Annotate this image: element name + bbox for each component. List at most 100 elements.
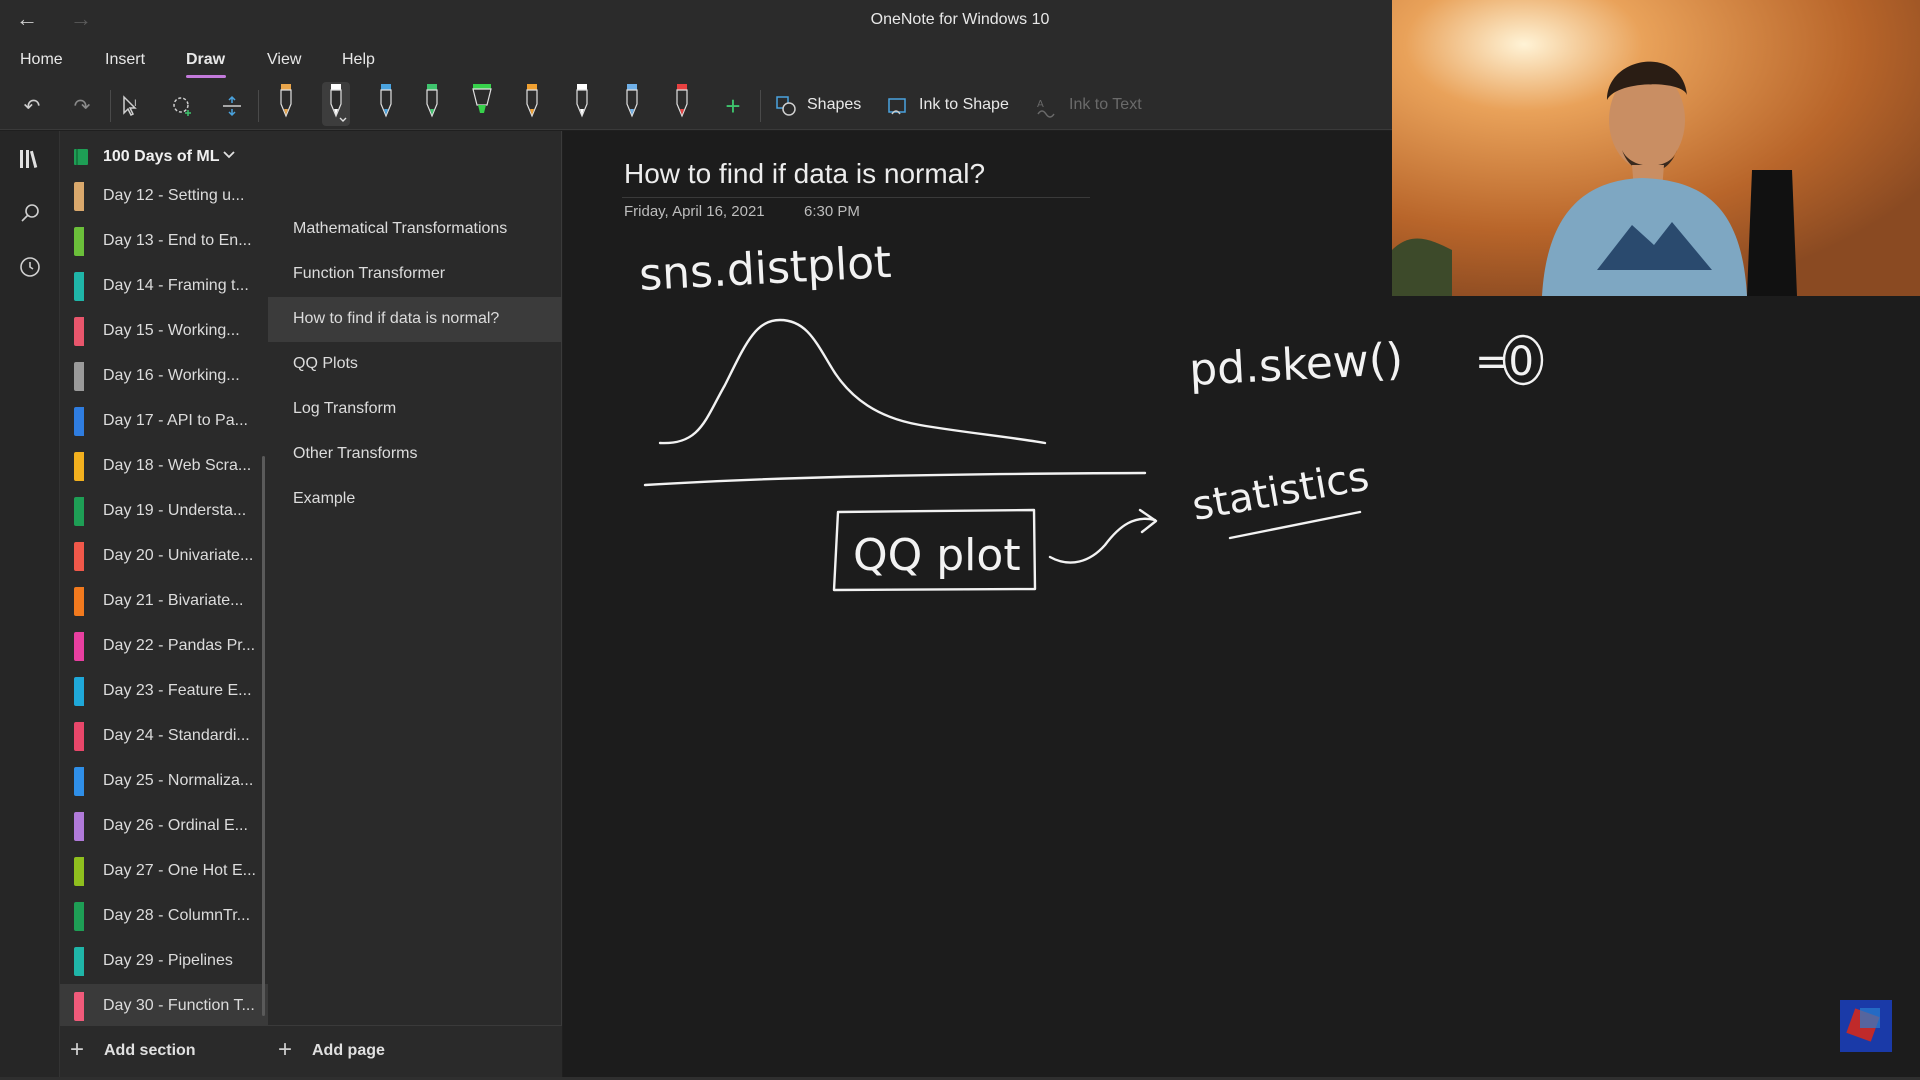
- section-color-tab: [74, 587, 84, 616]
- section-item[interactable]: Day 20 - Univariate...: [60, 534, 268, 579]
- section-color-tab: [74, 902, 84, 931]
- lasso-select-icon[interactable]: [168, 92, 196, 120]
- section-color-tab: [74, 812, 84, 841]
- section-item[interactable]: Day 13 - End to En...: [60, 219, 268, 264]
- toolbar-divider: [760, 90, 761, 122]
- section-color-tab: [74, 497, 84, 526]
- pen-7-icon[interactable]: [568, 82, 596, 126]
- toolbar-divider: [110, 90, 111, 122]
- navigation-rail: [0, 131, 60, 1080]
- section-label: Day 16 - Working...: [103, 367, 240, 384]
- section-label: Day 24 - Standardi...: [103, 727, 250, 744]
- section-label: Day 20 - Univariate...: [103, 547, 254, 564]
- pen-6-icon[interactable]: [518, 82, 546, 126]
- ink-to-shape-icon[interactable]: [884, 92, 912, 120]
- page-label: Function Transformer: [293, 265, 446, 282]
- page-item[interactable]: Example: [268, 477, 562, 522]
- section-color-tab: [74, 632, 84, 661]
- pen-8-icon[interactable]: [618, 82, 646, 126]
- section-item[interactable]: Day 23 - Feature E...: [60, 669, 268, 714]
- add-page-plus-icon[interactable]: +: [278, 1036, 292, 1064]
- pen-1-icon[interactable]: [272, 82, 300, 126]
- toolbar-divider: [258, 90, 259, 122]
- ink-to-text-icon[interactable]: A: [1032, 92, 1060, 120]
- chevron-down-icon[interactable]: [222, 147, 236, 166]
- section-item[interactable]: Day 27 - One Hot E...: [60, 849, 268, 894]
- section-label: Day 12 - Setting u...: [103, 187, 245, 204]
- pen-9-icon[interactable]: [668, 82, 696, 126]
- section-color-tab: [74, 992, 84, 1021]
- page-item[interactable]: Function Transformer: [268, 252, 562, 297]
- menu-home[interactable]: Home: [20, 51, 63, 69]
- section-item[interactable]: Day 15 - Working...: [60, 309, 268, 354]
- recent-notes-icon[interactable]: [14, 251, 46, 283]
- type-select-icon[interactable]: I: [118, 92, 146, 120]
- page-item[interactable]: Other Transforms: [268, 432, 562, 477]
- ink-to-text-button[interactable]: Ink to Text: [1069, 96, 1142, 114]
- pen-4-icon[interactable]: [418, 82, 446, 126]
- sections-scrollbar[interactable]: [262, 456, 265, 1016]
- pen-2-icon[interactable]: [322, 82, 350, 126]
- section-label: Day 15 - Working...: [103, 322, 240, 339]
- page-item[interactable]: QQ Plots: [268, 342, 562, 387]
- notebook-title[interactable]: 100 Days of ML: [103, 148, 219, 166]
- ink-to-shape-button[interactable]: Ink to Shape: [919, 96, 1009, 114]
- menu-insert[interactable]: Insert: [105, 51, 145, 69]
- shapes-button[interactable]: Shapes: [807, 96, 861, 114]
- page-label: QQ Plots: [293, 355, 358, 372]
- pen-5-icon[interactable]: [468, 82, 496, 126]
- section-label: Day 13 - End to En...: [103, 232, 252, 249]
- section-color-tab: [74, 857, 84, 886]
- search-icon[interactable]: [14, 197, 46, 229]
- section-color-tab: [74, 767, 84, 796]
- shapes-icon[interactable]: [772, 92, 800, 120]
- section-item[interactable]: Day 14 - Framing t...: [60, 264, 268, 309]
- section-color-tab: [74, 947, 84, 976]
- section-item[interactable]: Day 26 - Ordinal E...: [60, 804, 268, 849]
- menu-help[interactable]: Help: [342, 51, 375, 69]
- section-item[interactable]: Day 18 - Web Scra...: [60, 444, 268, 489]
- ink-text-qq-plot: QQ plot: [853, 530, 1021, 581]
- add-space-icon[interactable]: [218, 92, 246, 120]
- page-item[interactable]: Mathematical Transformations: [268, 207, 562, 252]
- section-color-tab: [74, 677, 84, 706]
- ink-text-skew: pd.skew(): [1188, 334, 1404, 396]
- channel-logo-icon: [1840, 1000, 1892, 1052]
- webcam-video: [1392, 0, 1920, 296]
- section-item[interactable]: Day 28 - ColumnTr...: [60, 894, 268, 939]
- section-label: Day 26 - Ordinal E...: [103, 817, 248, 834]
- section-item[interactable]: Day 24 - Standardi...: [60, 714, 268, 759]
- add-section-button[interactable]: Add section: [104, 1042, 196, 1060]
- section-color-tab: [74, 407, 84, 436]
- add-pen-icon[interactable]: +: [719, 91, 747, 121]
- add-page-button[interactable]: Add page: [312, 1042, 385, 1060]
- section-item[interactable]: Day 17 - API to Pa...: [60, 399, 268, 444]
- menu-view[interactable]: View: [267, 51, 301, 69]
- section-label: Day 23 - Feature E...: [103, 682, 252, 699]
- section-label: Day 25 - Normaliza...: [103, 772, 254, 789]
- section-item[interactable]: Day 21 - Bivariate...: [60, 579, 268, 624]
- menu-draw[interactable]: Draw: [186, 51, 225, 69]
- add-section-plus-icon[interactable]: +: [70, 1036, 84, 1064]
- redo-icon[interactable]: ↷: [68, 92, 96, 120]
- section-label: Day 14 - Framing t...: [103, 277, 249, 294]
- pen-3-icon[interactable]: [372, 82, 400, 126]
- section-item[interactable]: Day 25 - Normaliza...: [60, 759, 268, 804]
- section-item[interactable]: Day 30 - Function T...: [60, 984, 268, 1029]
- notebooks-icon[interactable]: [14, 143, 46, 175]
- arrow-head: [1138, 508, 1158, 534]
- svg-text:I: I: [134, 99, 137, 109]
- page-label: Example: [293, 490, 356, 507]
- section-color-tab: [74, 542, 84, 571]
- section-item[interactable]: Day 29 - Pipelines: [60, 939, 268, 984]
- section-color-tab: [74, 182, 84, 211]
- section-item[interactable]: Day 22 - Pandas Pr...: [60, 624, 268, 669]
- page-item[interactable]: Log Transform: [268, 387, 562, 432]
- page-item[interactable]: How to find if data is normal?: [268, 297, 562, 342]
- section-item[interactable]: Day 16 - Working...: [60, 354, 268, 399]
- section-label: Day 18 - Web Scra...: [103, 457, 252, 474]
- section-label: Day 17 - API to Pa...: [103, 412, 248, 429]
- section-item[interactable]: Day 19 - Understa...: [60, 489, 268, 534]
- page-label: How to find if data is normal?: [293, 310, 500, 327]
- undo-icon[interactable]: ↶: [18, 92, 46, 120]
